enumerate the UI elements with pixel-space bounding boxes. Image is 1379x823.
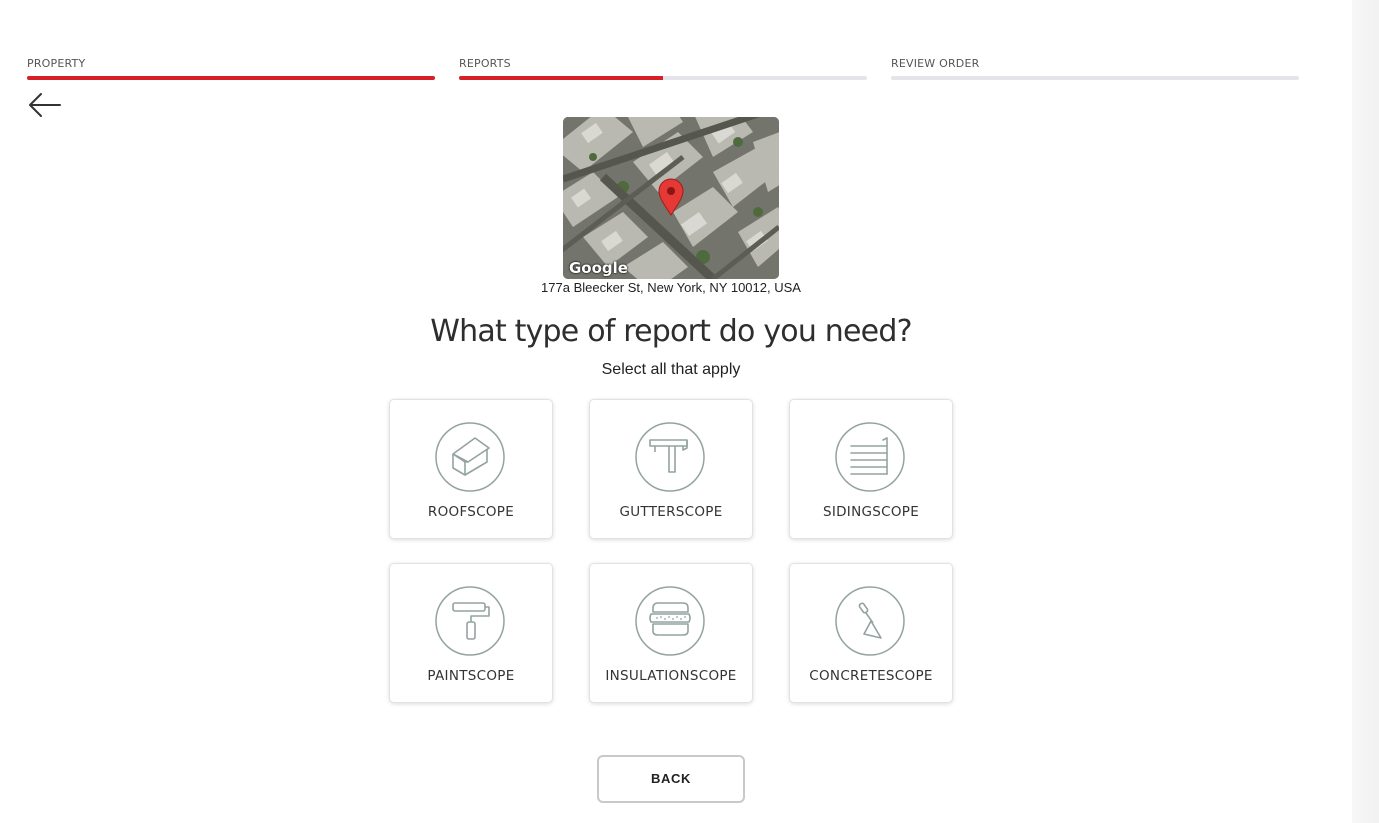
report-card-paintscope[interactable]: PAINTSCOPE (389, 563, 553, 703)
paint-roller-icon (435, 586, 505, 656)
report-card-sidingscope[interactable]: SIDINGSCOPE (789, 399, 953, 539)
report-card-label: INSULATIONSCOPE (605, 668, 737, 684)
back-button[interactable]: BACK (597, 755, 745, 803)
page-title: What type of report do you need? (430, 314, 912, 349)
arrow-left-icon (29, 93, 61, 117)
report-card-label: CONCRETESCOPE (809, 668, 933, 684)
report-card-gutterscope[interactable]: GUTTERSCOPE (589, 399, 753, 539)
property-map: Google (563, 117, 779, 279)
report-card-roofscope[interactable]: ROOFSCOPE (389, 399, 553, 539)
step-reports-progress (459, 76, 867, 80)
page-subtitle: Select all that apply (601, 361, 741, 378)
step-review-order-progress (891, 76, 1299, 80)
report-selection-page: PROPERTY REPORTS REVIEW ORDER Google 177… (0, 0, 1379, 823)
step-property: PROPERTY (27, 57, 435, 80)
house-roof-icon (435, 422, 505, 492)
step-review-order: REVIEW ORDER (891, 57, 1299, 80)
gutter-icon (635, 422, 705, 492)
report-card-concretescope[interactable]: CONCRETESCOPE (789, 563, 953, 703)
report-card-label: GUTTERSCOPE (619, 504, 723, 520)
property-address: 177a Bleecker St, New York, NY 10012, US… (541, 280, 801, 295)
satellite-map-image (563, 117, 779, 279)
trowel-icon (835, 586, 905, 656)
report-card-label: PAINTSCOPE (427, 668, 515, 684)
step-reports: REPORTS (459, 57, 867, 80)
report-card-label: ROOFSCOPE (427, 504, 515, 520)
report-card-insulationscope[interactable]: INSULATIONSCOPE (589, 563, 753, 703)
step-property-label: PROPERTY (27, 57, 86, 70)
insulation-icon (635, 586, 705, 656)
step-property-progress (27, 76, 435, 80)
siding-icon (835, 422, 905, 492)
step-reports-label: REPORTS (459, 57, 511, 70)
step-review-order-label: REVIEW ORDER (891, 57, 980, 70)
report-card-label: SIDINGSCOPE (822, 504, 920, 520)
back-arrow-button[interactable] (26, 90, 64, 120)
map-attribution: Google (569, 259, 628, 277)
scrollbar-gutter (1352, 0, 1379, 823)
